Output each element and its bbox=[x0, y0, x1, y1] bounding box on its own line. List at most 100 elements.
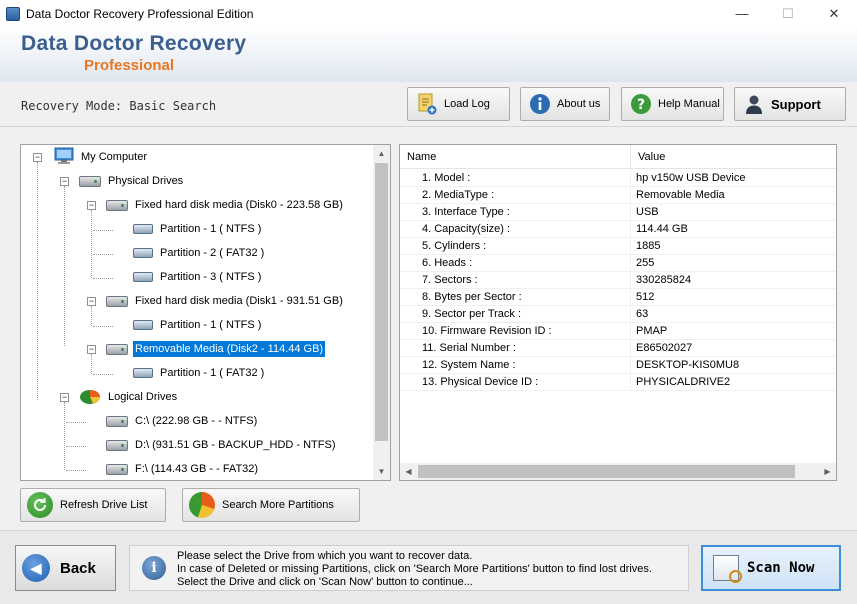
table-row[interactable]: 2. MediaType : Removable Media bbox=[400, 187, 836, 204]
table-row[interactable]: 7. Sectors : 330285824 bbox=[400, 272, 836, 289]
pie-chart-icon bbox=[79, 387, 101, 408]
cell-value: 255 bbox=[636, 257, 655, 269]
table-row[interactable]: 1. Model : hp v150w USB Device bbox=[400, 170, 836, 187]
scroll-thumb[interactable] bbox=[418, 465, 795, 478]
collapse-toggle[interactable]: − bbox=[87, 297, 96, 306]
collapse-toggle[interactable]: − bbox=[60, 393, 69, 402]
maximize-button[interactable]: ☐ bbox=[765, 0, 811, 27]
scroll-thumb[interactable] bbox=[375, 163, 388, 441]
tree-item-drive-c[interactable]: C:\ (222.98 GB - - NTFS) bbox=[106, 410, 259, 432]
support-label: Support bbox=[771, 96, 821, 112]
cell-value: 512 bbox=[636, 291, 655, 303]
table-row[interactable]: 6. Heads : 255 bbox=[400, 255, 836, 272]
cell-name: 8. Bytes per Sector : bbox=[400, 289, 631, 306]
tree-item-disk1-partition1[interactable]: Partition - 1 ( NTFS ) bbox=[133, 314, 263, 336]
physical-drives-icon bbox=[79, 175, 101, 187]
tree-item-drive-f[interactable]: F:\ (114.43 GB - - FAT32) bbox=[106, 458, 260, 480]
cell-value: DESKTOP-KIS0MU8 bbox=[636, 359, 740, 371]
scan-now-button[interactable]: Scan Now bbox=[701, 545, 841, 591]
tree-label: F:\ (114.43 GB - - FAT32) bbox=[135, 463, 259, 475]
tree-item-physical-drives[interactable]: Physical Drives bbox=[79, 170, 185, 192]
help-manual-label: Help Manual bbox=[658, 98, 720, 110]
tree-line bbox=[93, 254, 113, 255]
tree-line bbox=[93, 374, 113, 375]
support-button[interactable]: Support bbox=[734, 87, 846, 121]
scroll-right-arrow-icon[interactable]: ▶ bbox=[819, 463, 836, 480]
scan-now-label: Scan Now bbox=[747, 560, 815, 576]
cell-value: USB bbox=[636, 206, 659, 218]
table-row[interactable]: 5. Cylinders : 1885 bbox=[400, 238, 836, 255]
cell-name: 12. System Name : bbox=[400, 357, 631, 374]
tree-item-logical-drives[interactable]: Logical Drives bbox=[79, 386, 179, 408]
search-more-partitions-button[interactable]: Search More Partitions bbox=[182, 488, 360, 522]
tree-item-disk0[interactable]: Fixed hard disk media (Disk0 - 223.58 GB… bbox=[106, 194, 345, 216]
partition-pie-icon bbox=[189, 492, 215, 518]
hard-disk-icon bbox=[106, 415, 128, 427]
column-header-name[interactable]: Name bbox=[400, 145, 631, 169]
table-row[interactable]: 12. System Name : DESKTOP-KIS0MU8 bbox=[400, 357, 836, 374]
cell-value: PHYSICALDRIVE2 bbox=[636, 376, 731, 388]
table-row[interactable]: 4. Capacity(size) : 114.44 GB bbox=[400, 221, 836, 238]
tree-line bbox=[93, 230, 113, 231]
collapse-toggle[interactable]: − bbox=[33, 153, 42, 162]
tree-vertical-scrollbar[interactable]: ▲ ▼ bbox=[373, 145, 390, 480]
tree-item-my-computer[interactable]: My Computer bbox=[54, 146, 149, 168]
scroll-down-arrow-icon[interactable]: ▼ bbox=[373, 463, 390, 480]
table-row[interactable]: 3. Interface Type : USB bbox=[400, 204, 836, 221]
help-manual-button[interactable]: ? Help Manual bbox=[621, 87, 724, 121]
collapse-toggle[interactable]: − bbox=[87, 345, 96, 354]
window-title: Data Doctor Recovery Professional Editio… bbox=[26, 6, 254, 21]
tree-item-disk0-partition3[interactable]: Partition - 3 ( NTFS ) bbox=[133, 266, 263, 288]
cell-value: Removable Media bbox=[636, 189, 725, 201]
back-button[interactable]: ◀ Back bbox=[15, 545, 116, 591]
close-button[interactable]: ✕ bbox=[811, 0, 857, 27]
tree-item-disk2-selected[interactable]: Removable Media (Disk2 - 114.44 GB) bbox=[106, 338, 326, 360]
hard-disk-icon bbox=[106, 295, 128, 307]
about-us-button[interactable]: About us bbox=[520, 87, 610, 121]
info-icon bbox=[529, 93, 551, 115]
tree-label: Physical Drives bbox=[108, 175, 184, 187]
tree-item-disk1[interactable]: Fixed hard disk media (Disk1 - 931.51 GB… bbox=[106, 290, 345, 312]
tree-item-disk0-partition2[interactable]: Partition - 2 ( FAT32 ) bbox=[133, 242, 266, 264]
column-header-value[interactable]: Value bbox=[631, 145, 836, 169]
table-row[interactable]: 9. Sector per Track : 63 bbox=[400, 306, 836, 323]
scroll-left-arrow-icon[interactable]: ◀ bbox=[400, 463, 417, 480]
tree-label: C:\ (222.98 GB - - NTFS) bbox=[135, 415, 258, 427]
grid-horizontal-scrollbar[interactable]: ◀ ▶ bbox=[400, 463, 836, 480]
table-row[interactable]: 10. Firmware Revision ID : PMAP bbox=[400, 323, 836, 340]
cell-name: 1. Model : bbox=[400, 170, 631, 187]
tree-item-drive-d[interactable]: D:\ (931.51 GB - BACKUP_HDD - NTFS) bbox=[106, 434, 338, 456]
cell-name: 4. Capacity(size) : bbox=[400, 221, 631, 238]
tree-line bbox=[66, 470, 86, 471]
hard-disk-icon bbox=[106, 439, 128, 451]
hard-disk-icon bbox=[106, 199, 128, 211]
support-person-icon bbox=[743, 93, 765, 115]
brand-header: Data Doctor Recovery Professional bbox=[0, 27, 857, 82]
tree-label: My Computer bbox=[81, 151, 148, 163]
tree-item-disk2-partition1[interactable]: Partition - 1 ( FAT32 ) bbox=[133, 362, 266, 384]
back-label: Back bbox=[60, 559, 96, 577]
collapse-toggle[interactable]: − bbox=[87, 201, 96, 210]
minimize-button[interactable]: — bbox=[719, 0, 765, 27]
instruction-line-3: Select the Drive and click on 'Scan Now'… bbox=[177, 576, 473, 588]
partition-icon bbox=[133, 368, 153, 378]
collapse-toggle[interactable]: − bbox=[60, 177, 69, 186]
computer-icon bbox=[54, 147, 74, 168]
refresh-drive-list-label: Refresh Drive List bbox=[60, 499, 148, 511]
load-log-button[interactable]: Load Log bbox=[407, 87, 510, 121]
refresh-drive-list-button[interactable]: Refresh Drive List bbox=[20, 488, 166, 522]
drive-tree-panel[interactable]: − − − − − − My Computer Physical Drives … bbox=[20, 144, 391, 481]
tree-item-disk0-partition1[interactable]: Partition - 1 ( NTFS ) bbox=[133, 218, 263, 240]
cell-value: E86502027 bbox=[636, 342, 693, 354]
removable-disk-icon bbox=[106, 343, 128, 355]
recovery-mode-label: Recovery Mode: Basic Search bbox=[21, 99, 217, 113]
cell-name: 9. Sector per Track : bbox=[400, 306, 631, 323]
scroll-up-arrow-icon[interactable]: ▲ bbox=[373, 145, 390, 162]
table-row[interactable]: 13. Physical Device ID : PHYSICALDRIVE2 bbox=[400, 374, 836, 391]
table-row[interactable]: 8. Bytes per Sector : 512 bbox=[400, 289, 836, 306]
partition-icon bbox=[133, 248, 153, 258]
tree-label: Partition - 1 ( NTFS ) bbox=[160, 223, 262, 235]
cell-value: 63 bbox=[636, 308, 649, 320]
table-row[interactable]: 11. Serial Number : E86502027 bbox=[400, 340, 836, 357]
tree-line bbox=[91, 306, 92, 326]
